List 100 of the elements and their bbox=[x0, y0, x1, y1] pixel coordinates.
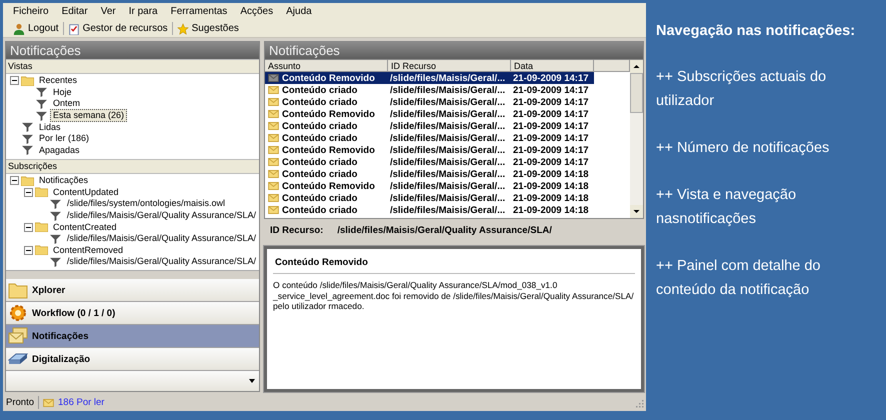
menu-item[interactable]: Editar bbox=[62, 6, 88, 17]
table-cell-text: 21-09-2009 14:18 bbox=[512, 180, 590, 192]
header-filler bbox=[594, 60, 630, 72]
notes-title: Navegação nas notificações: bbox=[656, 22, 856, 41]
table-cell-text: Conteúdo criado bbox=[282, 132, 358, 144]
table-cell-text: Conteúdo criado bbox=[282, 156, 358, 168]
tree-item[interactable]: ContentUpdated bbox=[50, 186, 122, 199]
panel-title: Notificações bbox=[264, 41, 644, 59]
tree-item[interactable]: Recentes bbox=[36, 74, 80, 88]
table-row[interactable]: Conteúdo Removido /slide/files/Maisis/Geral/... 21-09-2009 14:18 bbox=[265, 180, 594, 192]
tree-item[interactable]: Lidas bbox=[36, 120, 64, 134]
table-row[interactable]: Conteúdo criado /slide/files/Maisis/Geral/... 21-09-2009 14:18 bbox=[265, 192, 594, 204]
tree-item[interactable]: /slide/files/Maisis/Geral/Quality Assurance/SLA/ bbox=[64, 209, 259, 222]
table-cell-text: Conteúdo criado bbox=[282, 204, 358, 216]
table-row[interactable]: Conteúdo criado /slide/files/Maisis/Geral/... 21-09-2009 14:17 bbox=[265, 132, 594, 144]
table-cell-text: Conteúdo criado bbox=[282, 84, 358, 96]
table-cell-text: 21-09-2009 14:17 bbox=[512, 156, 590, 168]
filter-icon bbox=[35, 110, 48, 121]
collapse-icon[interactable] bbox=[10, 176, 19, 186]
tree-item[interactable]: Esta semana (26) bbox=[50, 109, 128, 122]
table-cell-text: /slide/files/Maisis/Geral/... bbox=[389, 180, 506, 192]
scroll-thumb[interactable] bbox=[630, 73, 643, 113]
tree-item[interactable]: ContentCreated bbox=[50, 220, 120, 234]
nav-button[interactable]: Workflow (0 / 1 / 0) bbox=[6, 302, 259, 325]
column-header[interactable]: Assunto bbox=[265, 60, 388, 72]
tree-item[interactable]: Por ler (186) bbox=[36, 132, 92, 146]
column-header[interactable]: ID Recurso bbox=[388, 60, 511, 72]
table-row[interactable]: Conteúdo criado /slide/files/Maisis/Geral/... 21-09-2009 14:18 bbox=[265, 204, 594, 216]
field-value: /slide/files/Maisis/Geral/Quality Assurance/SLA/ bbox=[337, 224, 552, 236]
menu-item[interactable]: Acções bbox=[240, 6, 274, 17]
menu-item[interactable]: Ferramentas bbox=[170, 6, 228, 17]
menu-item[interactable]: Ver bbox=[100, 6, 116, 17]
toolbar-button[interactable]: Gestor de recursos bbox=[64, 20, 172, 36]
gear-icon bbox=[8, 304, 28, 322]
scroll-up-icon[interactable] bbox=[630, 60, 643, 73]
clipboard-icon bbox=[68, 22, 80, 34]
table-cell-text: /slide/files/Maisis/Geral/... bbox=[389, 84, 506, 96]
filter-icon bbox=[48, 256, 62, 267]
table-row[interactable]: Conteúdo criado /slide/files/Maisis/Geral/... 21-09-2009 14:17 bbox=[265, 120, 594, 132]
splitter-handle[interactable] bbox=[6, 270, 259, 279]
table-cell-text: /slide/files/Maisis/Geral/... bbox=[389, 204, 506, 216]
table-row[interactable]: Conteúdo Removido /slide/files/Maisis/Geral/... 21-09-2009 14:17 bbox=[265, 108, 594, 120]
table-row[interactable]: Conteúdo Removido /slide/files/Maisis/Geral/... 21-09-2009 14:17 bbox=[265, 72, 594, 84]
folder-icon bbox=[35, 245, 48, 256]
table-cell-text: Conteúdo Removido bbox=[282, 180, 376, 192]
tree-item[interactable]: Apagadas bbox=[36, 144, 83, 157]
collapse-icon[interactable] bbox=[24, 188, 33, 197]
nav-button[interactable]: Digitalização bbox=[6, 348, 259, 371]
tree-item[interactable]: /slide/files/Maisis/Geral/Quality Assurance/SLA/ bbox=[64, 232, 259, 246]
table-row[interactable]: Conteúdo Removido /slide/files/Maisis/Geral/... 21-09-2009 14:17 bbox=[265, 144, 594, 156]
menu-item[interactable]: Ficheiro bbox=[13, 6, 49, 17]
table-row[interactable]: Conteúdo criado /slide/files/Maisis/Geral/... 21-09-2009 14:18 bbox=[265, 168, 594, 180]
table-cell-text: Conteúdo Removido bbox=[282, 144, 376, 156]
star-icon bbox=[176, 22, 189, 34]
filter-icon bbox=[48, 234, 62, 244]
resize-grip-icon[interactable] bbox=[634, 398, 644, 408]
collapse-icon[interactable] bbox=[10, 76, 19, 86]
table-cell-text: /slide/files/Maisis/Geral/... bbox=[389, 108, 506, 120]
filter-icon bbox=[48, 210, 62, 221]
collapse-icon[interactable] bbox=[24, 246, 33, 255]
tree-item[interactable]: /slide/files/Maisis/Geral/Quality Assurance/SLA/ bbox=[64, 255, 259, 268]
caret-icon[interactable] bbox=[249, 379, 255, 383]
nav-button[interactable]: Xplorer bbox=[6, 279, 259, 302]
note-item: ++ Painel com detalhe do conteúdo da notificação bbox=[656, 257, 822, 300]
panel-title: Notificações bbox=[6, 42, 259, 59]
table-cell-text: 21-09-2009 14:17 bbox=[512, 72, 590, 84]
tree-item[interactable]: Hoje bbox=[50, 86, 75, 99]
table-row[interactable]: Conteúdo criado /slide/files/Maisis/Geral/... 21-09-2009 14:17 bbox=[265, 84, 594, 96]
table-cell-text: 21-09-2009 14:17 bbox=[512, 144, 590, 156]
table-row[interactable]: Conteúdo criado /slide/files/Maisis/Geral/... 21-09-2009 14:17 bbox=[265, 96, 594, 108]
folder-icon bbox=[35, 222, 48, 232]
nav-button[interactable]: Notificações bbox=[6, 325, 259, 348]
table-cell-text: /slide/files/Maisis/Geral/... bbox=[389, 168, 506, 180]
detail-text: O conteúdo /slide/files/Maisis/Geral/Quality Assurance/SLA/mod_038_v1.0 _service_level_agreement.doc foi removido de /slide/files/Maisis/Geral/Quality Assurance/SLA/ pelo utilizador rmacedo. bbox=[273, 279, 635, 312]
note-item: ++ Subscrições actuais do utilizador bbox=[656, 68, 828, 111]
unread-link[interactable]: 186 Por ler bbox=[58, 397, 104, 408]
tree-item[interactable]: /slide/files/system/ontologies/maisis.owl bbox=[64, 197, 228, 210]
menu-item[interactable]: Ajuda bbox=[286, 6, 312, 17]
table-cell-text: /slide/files/Maisis/Geral/... bbox=[389, 72, 506, 84]
toolbar-button[interactable]: Sugestões bbox=[172, 20, 243, 36]
scroll-down-icon[interactable] bbox=[630, 205, 643, 218]
filter-icon bbox=[35, 87, 48, 98]
table-cell-text: 21-09-2009 14:17 bbox=[512, 120, 590, 132]
scrollbar[interactable] bbox=[630, 60, 643, 218]
table-cell-text: 21-09-2009 14:18 bbox=[512, 192, 590, 204]
menu-item[interactable]: Ir para bbox=[128, 6, 158, 17]
filter-icon bbox=[49, 198, 62, 209]
folder-icon bbox=[35, 187, 48, 198]
section-label: Vistas bbox=[6, 59, 259, 74]
column-header[interactable]: Data bbox=[511, 60, 594, 72]
table-cell-text: Conteúdo Removido bbox=[282, 72, 376, 84]
tree-item[interactable]: Ontem bbox=[50, 97, 84, 110]
collapse-icon[interactable] bbox=[24, 222, 33, 232]
filter-icon bbox=[21, 145, 34, 156]
status-text: Pronto bbox=[6, 397, 34, 408]
table-row[interactable]: Conteúdo criado /slide/files/Maisis/Geral/... 21-09-2009 14:17 bbox=[265, 156, 594, 168]
toolbar-button[interactable]: Logout bbox=[9, 20, 63, 36]
table-cell-text: /slide/files/Maisis/Geral/... bbox=[389, 144, 506, 156]
tree-item[interactable]: ContentRemoved bbox=[50, 244, 126, 257]
tree-item[interactable]: Notificações bbox=[36, 174, 92, 188]
